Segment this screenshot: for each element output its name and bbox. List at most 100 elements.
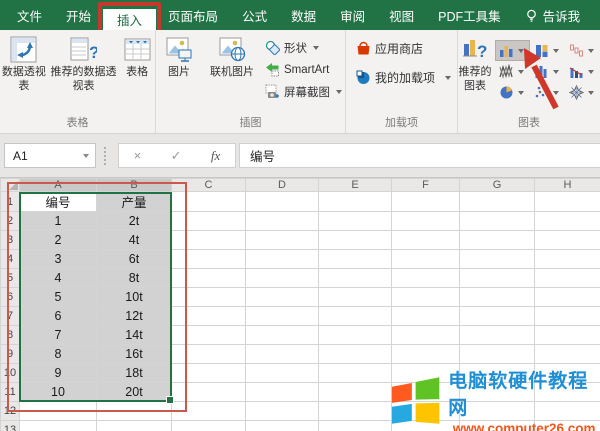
cell-A2[interactable]: 1 [20, 212, 97, 231]
cell-D2[interactable] [246, 212, 319, 231]
my-addins-button[interactable]: 我的加载项 [356, 69, 451, 86]
cancel-button[interactable]: × [134, 148, 142, 163]
cell-F9[interactable] [392, 345, 460, 364]
radar-chart-dropdown-caret[interactable] [588, 91, 594, 95]
cell-C3[interactable] [172, 231, 246, 250]
cell-G1[interactable] [460, 192, 535, 212]
cell-B9[interactable]: 16t [97, 345, 172, 364]
screenshot-button[interactable]: 屏幕截图 [265, 83, 342, 100]
cell-H3[interactable] [535, 231, 600, 250]
tab-data[interactable]: 数据 [279, 0, 328, 30]
cell-E9[interactable] [319, 345, 392, 364]
cell-E11[interactable] [319, 383, 392, 402]
cell-D13[interactable] [246, 421, 319, 431]
cell-B8[interactable]: 14t [97, 326, 172, 345]
cell-D8[interactable] [246, 326, 319, 345]
cell-B2[interactable]: 2t [97, 212, 172, 231]
cell-F8[interactable] [392, 326, 460, 345]
online-pictures-button[interactable]: 联机图片 [203, 33, 261, 79]
cell-C8[interactable] [172, 326, 246, 345]
cell-A6[interactable]: 5 [20, 288, 97, 307]
cell-A3[interactable]: 2 [20, 231, 97, 250]
cell-C5[interactable] [172, 269, 246, 288]
recommended-pivottables-button[interactable]: ? 推荐的数据透视表 [50, 33, 118, 94]
stacked-chart-dropdown-caret[interactable] [553, 49, 559, 53]
cell-A11[interactable]: 10 [20, 383, 97, 402]
waterfall-chart-type-button[interactable] [565, 40, 600, 61]
row-header-1[interactable]: 1 [1, 192, 20, 212]
cell-E12[interactable] [319, 402, 392, 421]
histogram-chart-dropdown-caret[interactable] [553, 70, 559, 74]
waterfall-chart-dropdown-caret[interactable] [588, 49, 594, 53]
insert-function-button[interactable]: fx [211, 148, 220, 164]
row-header-13[interactable]: 13 [1, 421, 20, 431]
tab-page-layout[interactable]: 页面布局 [156, 0, 230, 30]
cell-D5[interactable] [246, 269, 319, 288]
cell-F1[interactable] [392, 192, 460, 212]
cell-H8[interactable] [535, 326, 600, 345]
cell-E3[interactable] [319, 231, 392, 250]
scatter-chart-dropdown-caret[interactable] [553, 91, 559, 95]
cell-G9[interactable] [460, 345, 535, 364]
row-header-2[interactable]: 2 [1, 212, 20, 231]
cell-B6[interactable]: 10t [97, 288, 172, 307]
col-header-D[interactable]: D [246, 179, 319, 192]
row-header-7[interactable]: 7 [1, 307, 20, 326]
cell-F3[interactable] [392, 231, 460, 250]
enter-button[interactable]: ✓ [171, 148, 182, 164]
cell-E10[interactable] [319, 364, 392, 383]
tab-view[interactable]: 视图 [377, 0, 426, 30]
combo-chart-dropdown-caret[interactable] [588, 70, 594, 74]
pie-chart-dropdown-caret[interactable] [518, 91, 524, 95]
cell-E13[interactable] [319, 421, 392, 431]
cell-G6[interactable] [460, 288, 535, 307]
scatter-chart-type-button[interactable] [530, 82, 565, 103]
col-header-F[interactable]: F [392, 179, 460, 192]
cell-D11[interactable] [246, 383, 319, 402]
tab-pdf-tools[interactable]: PDF工具集 [426, 0, 513, 30]
cell-H9[interactable] [535, 345, 600, 364]
cell-B7[interactable]: 12t [97, 307, 172, 326]
store-button[interactable]: 应用商店 [356, 40, 423, 57]
select-all-corner[interactable] [1, 179, 20, 192]
cell-D9[interactable] [246, 345, 319, 364]
row-header-9[interactable]: 9 [1, 345, 20, 364]
cell-B3[interactable]: 4t [97, 231, 172, 250]
cell-H5[interactable] [535, 269, 600, 288]
cell-B11[interactable]: 20t [97, 383, 172, 402]
cell-G5[interactable] [460, 269, 535, 288]
cell-C13[interactable] [172, 421, 246, 431]
tab-file[interactable]: 文件 [5, 0, 54, 30]
col-header-H[interactable]: H [535, 179, 600, 192]
tab-review[interactable]: 审阅 [328, 0, 377, 30]
row-header-3[interactable]: 3 [1, 231, 20, 250]
cell-H2[interactable] [535, 212, 600, 231]
cell-D7[interactable] [246, 307, 319, 326]
recommended-charts-button[interactable]: ? 推荐的图表 [458, 33, 492, 94]
cell-B12[interactable] [97, 402, 172, 421]
tab-home[interactable]: 开始 [54, 0, 103, 30]
row-header-4[interactable]: 4 [1, 250, 20, 269]
cell-D12[interactable] [246, 402, 319, 421]
cell-A9[interactable]: 8 [20, 345, 97, 364]
cell-D1[interactable] [246, 192, 319, 212]
shapes-button[interactable]: 形状 [265, 39, 342, 56]
cell-H4[interactable] [535, 250, 600, 269]
row-header-11[interactable]: 11 [1, 383, 20, 402]
cell-G4[interactable] [460, 250, 535, 269]
col-header-B[interactable]: B [97, 179, 172, 192]
cell-H6[interactable] [535, 288, 600, 307]
col-header-E[interactable]: E [319, 179, 392, 192]
tab-tell-me[interactable]: 告诉我 [513, 0, 593, 30]
cell-A4[interactable]: 3 [20, 250, 97, 269]
cell-G7[interactable] [460, 307, 535, 326]
cell-A13[interactable] [20, 421, 97, 431]
cell-C6[interactable] [172, 288, 246, 307]
name-box-caret[interactable] [83, 154, 89, 158]
cell-D4[interactable] [246, 250, 319, 269]
cell-D3[interactable] [246, 231, 319, 250]
cell-A7[interactable]: 6 [20, 307, 97, 326]
cell-C11[interactable] [172, 383, 246, 402]
column-chart-dropdown-caret[interactable] [518, 49, 524, 53]
cell-B5[interactable]: 8t [97, 269, 172, 288]
